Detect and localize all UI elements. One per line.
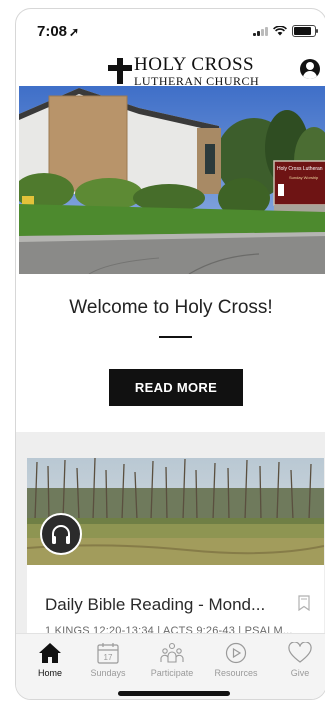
tab-resources-label: Resources [214, 668, 258, 678]
welcome-title: Welcome to Holy Cross! [69, 297, 273, 318]
account-icon[interactable] [300, 59, 320, 79]
bookmark-icon[interactable] [298, 595, 310, 611]
daily-reading-card[interactable]: Daily Bible Reading - Mond... 1 KINGS 12… [27, 458, 324, 642]
logo-line1: HOLY CROSS [134, 54, 255, 75]
tab-sundays[interactable]: 17 Sundays [80, 642, 136, 678]
location-arrow-icon: ➚ [69, 25, 80, 39]
battery-icon [292, 25, 318, 37]
sign-subtitle: Sunday Worship [289, 175, 319, 180]
cross-icon [108, 58, 132, 84]
tab-home[interactable]: Home [22, 642, 78, 678]
tab-give-label: Give [290, 668, 310, 678]
cellular-signal-icon [253, 26, 268, 36]
status-icons [253, 25, 318, 37]
sign-title: Holy Cross Lutheran [277, 166, 323, 172]
tab-participate[interactable]: Participate [144, 642, 200, 678]
play-icon [225, 642, 247, 664]
tab-sundays-label: Sundays [90, 668, 126, 678]
feed-section: Daily Bible Reading - Mond... 1 KINGS 12… [16, 432, 325, 642]
headphones-icon [52, 525, 70, 544]
calendar-day: 17 [104, 653, 113, 662]
calendar-icon: 17 [97, 643, 119, 664]
status-time: 7:08 ➚ [37, 23, 79, 40]
phone-screen: 7:08 ➚ HOLY CROSS LUTHERAN CHURCH Holy C… [15, 8, 325, 700]
welcome-divider [159, 336, 192, 338]
tab-participate-label: Participate [150, 668, 194, 678]
hero-image: Holy Cross Lutheran Sunday Worship [19, 86, 325, 274]
time-text: 7:08 [37, 23, 68, 40]
card-title: Daily Bible Reading - Mond... [45, 595, 266, 614]
heart-icon [288, 642, 312, 663]
tab-resources[interactable]: Resources [208, 642, 264, 678]
read-more-button[interactable]: READ MORE [109, 369, 243, 406]
play-audio-button[interactable] [40, 513, 82, 555]
home-indicator [118, 691, 230, 696]
tab-home-label: Home [37, 668, 62, 678]
people-icon [160, 642, 184, 663]
status-bar: 7:08 ➚ [16, 9, 325, 53]
home-icon [39, 643, 61, 663]
tab-give[interactable]: Give [272, 642, 325, 678]
tab-bar: Home 17 Sundays Participate Resources Gi… [16, 633, 325, 699]
wifi-icon [273, 26, 287, 36]
church-logo[interactable]: HOLY CROSS LUTHERAN CHURCH [108, 55, 259, 87]
